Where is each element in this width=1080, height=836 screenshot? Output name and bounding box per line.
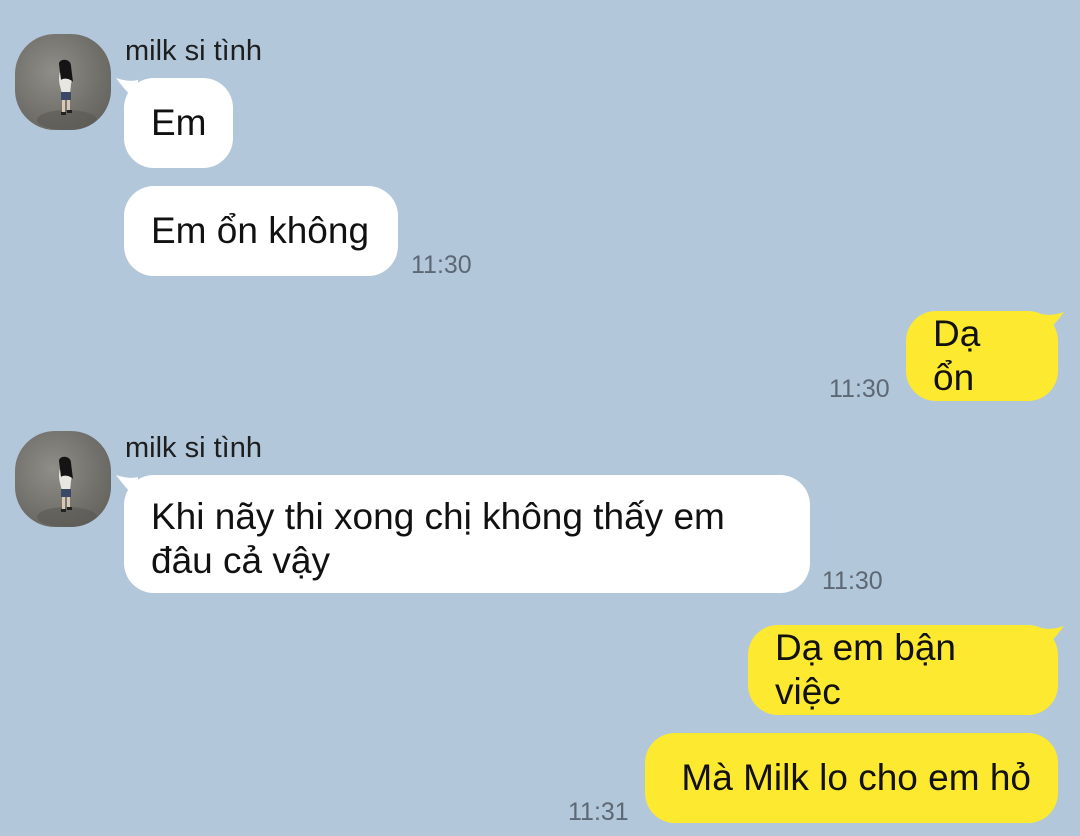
message-timestamp: 11:30: [822, 567, 883, 595]
message-timestamp: 11:30: [411, 251, 472, 279]
message-bubble[interactable]: Mà Milk lo cho em hỏ: [645, 733, 1058, 823]
sender-name: milk si tình: [125, 35, 262, 67]
sender-name: milk si tình: [125, 432, 262, 464]
message-text-line-1: Khi nãy thi xong chị không thấy em: [151, 496, 725, 537]
bubble-tail: [1042, 626, 1064, 650]
message-bubble[interactable]: Khi nãy thi xong chị không thấy em đâu c…: [124, 475, 810, 593]
chat-view: milk si tình Em Em ổn không 11:30 Dạ ổn …: [0, 0, 1080, 836]
message-bubble[interactable]: Em: [124, 78, 233, 168]
message-text: Dạ ổn: [933, 313, 981, 398]
message-text: Em ổn không: [151, 210, 370, 251]
contact-avatar[interactable]: [15, 431, 111, 527]
person-avatar-icon: [37, 59, 97, 130]
message-text: Dạ em bận việc: [775, 627, 956, 712]
message-text: Em: [151, 102, 207, 143]
message-bubble[interactable]: Em ổn không: [124, 186, 398, 276]
message-timestamp: 11:30: [829, 375, 890, 403]
contact-avatar[interactable]: [15, 34, 111, 130]
person-avatar-icon: [37, 456, 97, 527]
bubble-tail: [1042, 312, 1064, 336]
message-timestamp: 11:31: [568, 798, 629, 826]
message-bubble[interactable]: Dạ ổn: [906, 311, 1058, 401]
message-bubble[interactable]: Dạ em bận việc: [748, 625, 1058, 715]
message-text-line-2: đâu cả vậy: [151, 540, 330, 581]
message-text: Mà Milk lo cho em hỏ: [681, 757, 1031, 798]
